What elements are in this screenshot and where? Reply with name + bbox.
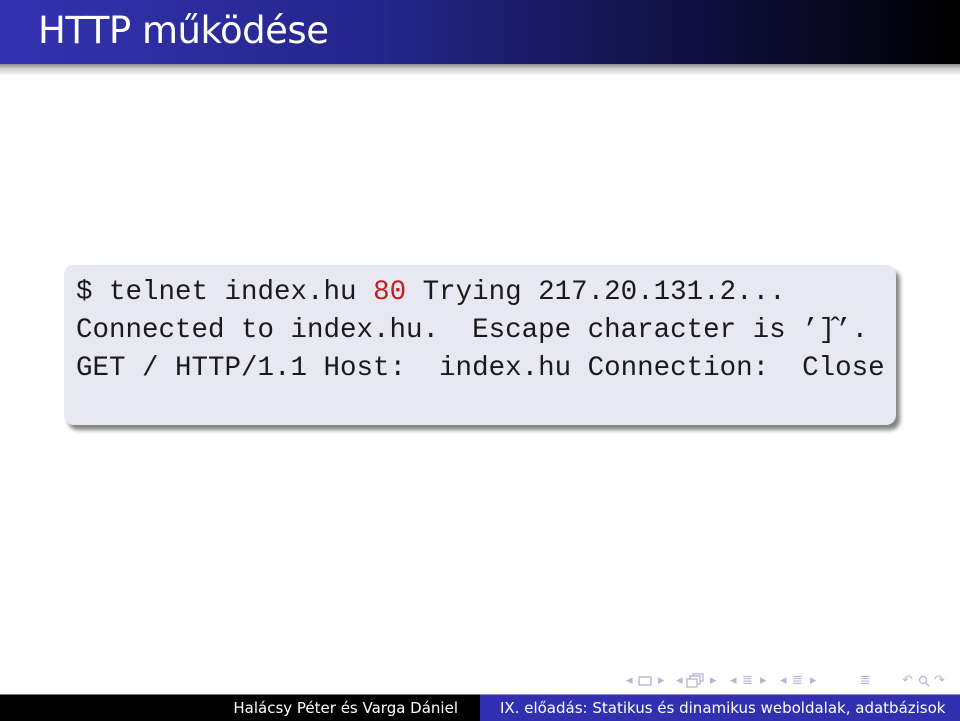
code-line-1: $ telnet index.hu 80 Trying 217.20.131.2… <box>76 274 786 312</box>
title-bar-shadow <box>0 64 960 76</box>
appendix-icon[interactable]: ≣ <box>860 670 871 692</box>
code-block: $ telnet index.hu 80 Trying 217.20.131.2… <box>64 265 896 425</box>
left-arrow-icon[interactable]: ◂ <box>626 670 633 692</box>
left-arrow-icon[interactable]: ◂ <box>730 670 737 692</box>
left-arrow-icon[interactable]: ◂ <box>780 670 787 692</box>
redo-icon[interactable]: ↷ <box>934 670 945 692</box>
code-line-2: Connected to index.hu. Escape character … <box>76 315 869 346</box>
right-arrow-icon[interactable]: ▸ <box>710 670 717 692</box>
left-arrow-icon[interactable]: ◂ <box>676 670 683 692</box>
frames-icon[interactable] <box>686 670 704 692</box>
title-bar: HTTP működése <box>0 0 960 64</box>
undo-icon[interactable]: ↶ <box>902 670 913 692</box>
subsection-icon[interactable]: ≣ <box>742 670 753 692</box>
code-trying: Trying 217.20.131.2... <box>406 277 786 308</box>
section-icon[interactable]: ≣ <box>792 670 803 692</box>
right-arrow-icon[interactable]: ▸ <box>658 670 665 692</box>
footer-lecture-title: IX. előadás: Statikus és dinamikus webol… <box>500 699 946 717</box>
frame-icon[interactable] <box>638 670 652 692</box>
code-command: $ telnet index.hu <box>76 277 374 308</box>
footer-authors: Halácsy Péter és Varga Dániel <box>233 699 458 717</box>
code-line-3: GET / HTTP/1.1 Host: index.hu Connection… <box>76 353 885 384</box>
code-port-number: 80 <box>373 277 407 308</box>
search-icon[interactable] <box>918 670 930 692</box>
right-arrow-icon[interactable]: ▸ <box>810 670 817 692</box>
slide-title: HTTP működése <box>38 9 329 52</box>
footer-lecture-panel: IX. előadás: Statikus és dinamikus webol… <box>480 694 960 721</box>
beamer-navigation-bar: ◂ ▸ ◂ ▸ ◂ ≣ ▸ ◂ ≣ ▸ ≣ ↶ ↷ <box>620 670 960 692</box>
right-arrow-icon[interactable]: ▸ <box>760 670 767 692</box>
footer-authors-panel: Halácsy Péter és Varga Dániel <box>0 694 480 721</box>
